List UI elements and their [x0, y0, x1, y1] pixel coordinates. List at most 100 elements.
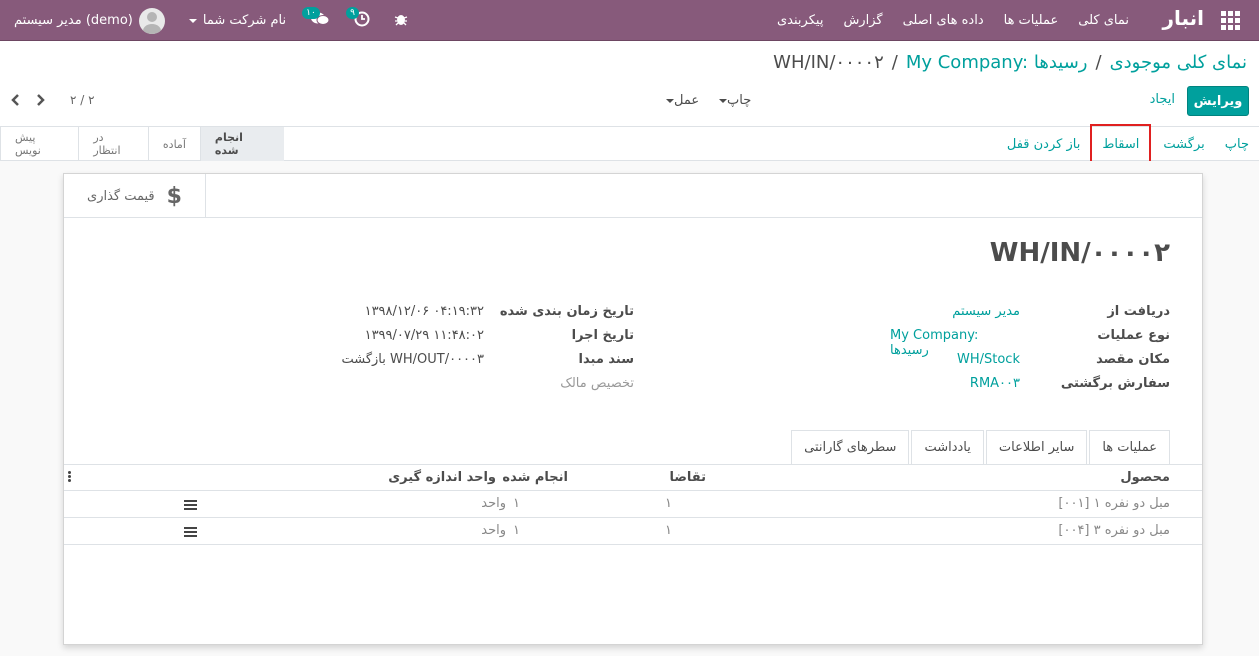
- create-button[interactable]: ایجاد: [1150, 92, 1175, 107]
- chevron-down-icon: [666, 98, 674, 103]
- breadcrumb-current: WH/IN/۰۰۰۰۲: [773, 52, 884, 73]
- menu-item-master-data[interactable]: داده های اصلی: [903, 13, 984, 28]
- uom-cell: واحد: [481, 523, 506, 538]
- top-navbar: انبار نمای کلی عملیات ها داده های اصلی گ…: [0, 0, 1259, 41]
- field-row-return-order: سفارش برگشتی RMA۰۰۳: [890, 376, 1170, 400]
- stage-draft: پیش نویس: [0, 127, 78, 161]
- notebook-tabs: عملیات ها سایر اطلاعات یادداشت سطرهای گا…: [789, 430, 1170, 464]
- valuation-smart-button[interactable]: قیمت گذاری $: [64, 174, 206, 218]
- field-label: سفارش برگشتی: [1060, 376, 1170, 391]
- app-brand[interactable]: انبار: [1162, 6, 1204, 30]
- detailed-operations-icon[interactable]: [184, 527, 197, 537]
- activities-button[interactable]: ۹: [346, 6, 370, 31]
- tab-warranty-lines[interactable]: سطرهای گارانتی: [791, 430, 910, 464]
- user-menu[interactable]: مدیر سیستم (demo): [14, 7, 165, 34]
- apps-menu-icon[interactable]: [1219, 9, 1241, 31]
- unlock-action-button[interactable]: باز کردن قفل: [1007, 137, 1080, 152]
- menu-item-overview[interactable]: نمای کلی: [1078, 13, 1129, 28]
- chevron-left-icon: [11, 94, 19, 106]
- scrap-action-button[interactable]: اسقاط: [1090, 123, 1152, 165]
- field-label: تاریخ اجرا: [571, 328, 634, 343]
- table-row[interactable]: [۰۰۱] مبل دو نفره ۱ ۱ ۱ واحد: [64, 491, 1202, 518]
- field-row-source-document: سند مبدا بازگشت WH/OUT/۰۰۰۰۳: [334, 352, 634, 376]
- breadcrumb: نمای کلی موجودی / My Company: رسیدها / W…: [773, 52, 1247, 73]
- menu-item-reporting[interactable]: گزارش: [843, 13, 882, 28]
- messages-badge: ۱۰: [302, 6, 320, 19]
- field-label: مکان مقصد: [1096, 352, 1170, 367]
- breadcrumb-separator: /: [891, 52, 898, 73]
- chevron-down-icon: [188, 18, 197, 23]
- action-dropdown-label: عمل: [674, 93, 700, 108]
- activities-badge: ۹: [346, 6, 359, 19]
- field-row-owner: تخصیص مالک: [334, 376, 634, 400]
- smart-button-box: قیمت گذاری $: [64, 174, 1202, 218]
- print-dropdown-label: چاپ: [727, 93, 752, 108]
- return-action-button[interactable]: برگشت: [1163, 137, 1204, 152]
- destination-location-link[interactable]: WH/Stock: [957, 352, 1020, 367]
- form-sheet: قیمت گذاری $ WH/IN/۰۰۰۰۲ دریافت از مدیر …: [63, 173, 1203, 645]
- pager-next-button[interactable]: [36, 93, 46, 110]
- stage-pipeline: انجام شده آماده در انتظار پیش نویس: [0, 127, 284, 161]
- debug-button[interactable]: [394, 12, 408, 30]
- stage-waiting: در انتظار: [78, 127, 148, 161]
- product-cell: [۰۰۱] مبل دو نفره ۱: [1058, 496, 1170, 511]
- print-action-button[interactable]: چاپ: [1225, 137, 1249, 152]
- left-field-group: تاریخ زمان بندی شده ۱۳۹۸/۱۲/۰۶ ۰۴:۱۹:۳۲ …: [334, 304, 634, 404]
- chevron-right-icon: [37, 94, 45, 106]
- print-dropdown[interactable]: چاپ: [713, 93, 751, 108]
- tab-operations[interactable]: عملیات ها: [1089, 430, 1170, 464]
- bug-icon: [394, 14, 408, 30]
- dollar-icon: $: [166, 183, 182, 209]
- valuation-label: قیمت گذاری: [87, 188, 155, 204]
- field-row-effective-date: تاریخ اجرا ۱۳۹۹/۰۷/۲۹ ۱۱:۴۸:۰۲: [334, 328, 634, 352]
- avatar: [138, 7, 165, 34]
- partner-link[interactable]: مدیر سیستم: [952, 304, 1020, 319]
- field-row-destination: مکان مقصد WH/Stock: [890, 352, 1170, 376]
- column-header-demand[interactable]: تقاضا: [669, 470, 706, 485]
- action-dropdown[interactable]: عمل: [660, 93, 699, 108]
- navbar-systray: مدیر سیستم (demo) نام شرکت شما ۱۰ ۹: [8, 0, 408, 41]
- breadcrumb-root[interactable]: نمای کلی موجودی: [1110, 52, 1247, 73]
- column-header-uom[interactable]: واحد اندازه گیری: [388, 470, 496, 485]
- stage-done: انجام شده: [199, 127, 284, 161]
- breadcrumb-separator: /: [1095, 52, 1102, 73]
- record-title: WH/IN/۰۰۰۰۲: [989, 238, 1170, 268]
- column-header-product[interactable]: محصول: [1120, 470, 1170, 485]
- messages-button[interactable]: ۱۰: [302, 6, 330, 31]
- field-row-operation-type: نوع عملیات My Company: رسیدها: [890, 328, 1170, 358]
- chevron-down-icon: [719, 98, 727, 103]
- detailed-operations-icon[interactable]: [184, 500, 197, 510]
- owner-assign-placeholder[interactable]: تخصیص مالک: [560, 376, 634, 391]
- company-name: نام شرکت شما: [202, 13, 287, 28]
- table-row[interactable]: [۰۰۴] مبل دو نفره ۳ ۱ ۱ واحد: [64, 518, 1202, 545]
- stage-ready: آماده: [147, 127, 200, 161]
- tab-note[interactable]: یادداشت: [911, 430, 984, 464]
- done-cell: ۱: [513, 523, 520, 538]
- right-field-group: دریافت از مدیر سیستم نوع عملیات My Compa…: [890, 304, 1170, 404]
- breadcrumb-parent[interactable]: My Company: رسیدها: [906, 52, 1088, 73]
- field-label: دریافت از: [1107, 304, 1170, 319]
- effective-date-value: ۱۳۹۹/۰۷/۲۹ ۱۱:۴۸:۰۲: [364, 328, 484, 343]
- tab-additional-info[interactable]: سایر اطلاعات: [985, 430, 1088, 464]
- pager-value[interactable]: ۲ / ۲: [70, 93, 95, 107]
- table-header: محصول تقاضا انجام شده واحد اندازه گیری: [64, 464, 1202, 491]
- field-label: سند مبدا: [578, 352, 634, 367]
- demand-cell: ۱: [665, 523, 672, 538]
- menu-item-operations[interactable]: عملیات ها: [1004, 13, 1059, 28]
- demand-cell: ۱: [665, 496, 672, 511]
- return-order-link[interactable]: RMA۰۰۳: [970, 376, 1020, 391]
- optional-columns-icon[interactable]: [68, 471, 71, 483]
- pager-previous-button[interactable]: [10, 93, 20, 110]
- edit-button[interactable]: ویرایش: [1187, 86, 1249, 116]
- field-row-partner: دریافت از مدیر سیستم: [890, 304, 1170, 328]
- source-document-value: بازگشت WH/OUT/۰۰۰۰۳: [341, 352, 484, 367]
- product-cell: [۰۰۴] مبل دو نفره ۳: [1058, 523, 1170, 538]
- main-menu: نمای کلی عملیات ها داده های اصلی گزارش پ…: [757, 0, 1129, 41]
- company-switcher[interactable]: نام شرکت شما: [188, 13, 287, 28]
- column-header-done[interactable]: انجام شده: [502, 470, 568, 485]
- header-actions: چاپ برگشت اسقاط باز کردن قفل: [987, 123, 1249, 165]
- user-name: مدیر سیستم (demo): [14, 13, 133, 28]
- menu-item-configuration[interactable]: پیکربندی: [777, 13, 823, 28]
- scheduled-date-value: ۱۳۹۸/۱۲/۰۶ ۰۴:۱۹:۳۲: [364, 304, 484, 319]
- done-cell: ۱: [513, 496, 520, 511]
